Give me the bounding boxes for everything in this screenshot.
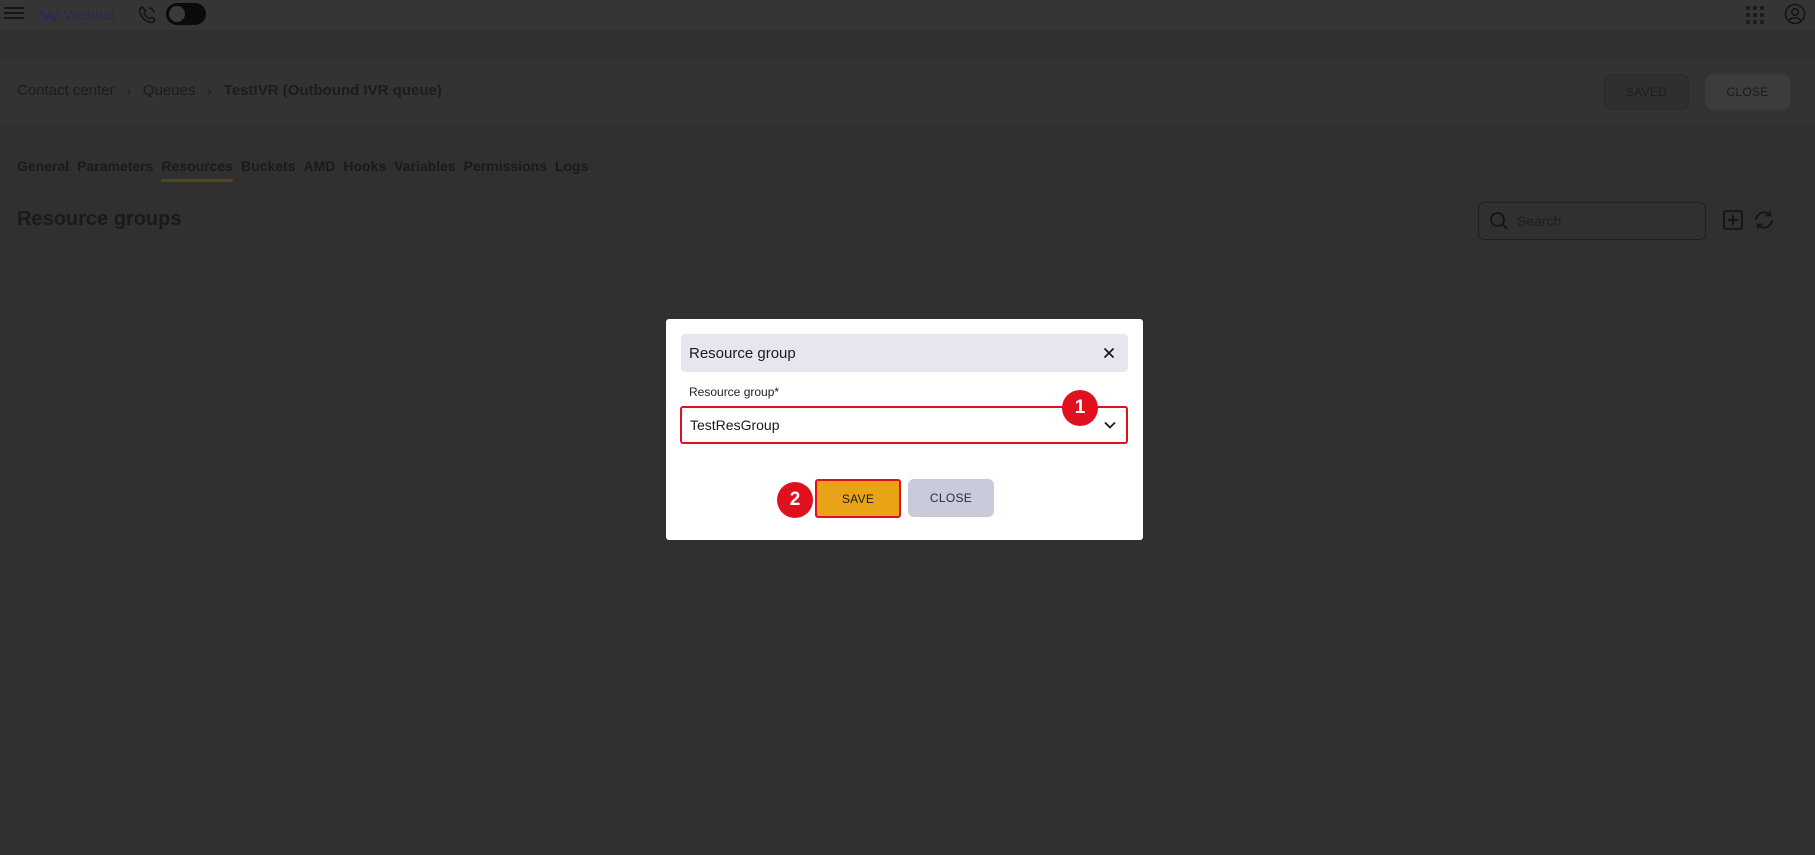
resource-group-select[interactable]: TestResGroup bbox=[680, 406, 1128, 444]
search-icon bbox=[1490, 212, 1508, 230]
webitel-logo-icon bbox=[40, 9, 60, 22]
step-marker-1: 1 bbox=[1062, 390, 1098, 426]
brand-logo[interactable]: Webitel bbox=[40, 6, 115, 24]
refresh-icon[interactable] bbox=[1752, 208, 1776, 232]
breadcrumb-item-current: TestIVR (Outbound IVR queue) bbox=[223, 82, 442, 99]
search-input[interactable] bbox=[1517, 213, 1687, 229]
chevron-down-icon[interactable] bbox=[1102, 417, 1118, 433]
add-icon[interactable] bbox=[1722, 209, 1744, 231]
save-button[interactable]: SAVE bbox=[815, 479, 901, 518]
close-button[interactable]: CLOSE bbox=[908, 479, 994, 517]
saved-button[interactable]: SAVED bbox=[1604, 74, 1689, 110]
resource-group-label: Resource group* bbox=[689, 385, 780, 399]
search-field[interactable] bbox=[1478, 202, 1706, 240]
phone-icon[interactable] bbox=[137, 5, 157, 25]
brand-name: Webitel bbox=[64, 6, 116, 24]
tab-variables[interactable]: Variables bbox=[394, 158, 456, 182]
tab-buckets[interactable]: Buckets bbox=[241, 158, 295, 182]
theme-toggle[interactable] bbox=[166, 3, 206, 25]
dialog-title: Resource group bbox=[689, 344, 796, 362]
top-bar: Webitel bbox=[0, 0, 1815, 30]
breadcrumb: Contact center › Queues › TestIVR (Outbo… bbox=[17, 82, 442, 99]
tab-permissions[interactable]: Permissions bbox=[464, 158, 547, 182]
step-marker-2: 2 bbox=[777, 482, 813, 518]
user-account-icon[interactable] bbox=[1784, 3, 1806, 25]
breadcrumb-item-queues[interactable]: Queues bbox=[143, 82, 196, 99]
tab-bar: General Parameters Resources Buckets AMD… bbox=[17, 158, 588, 182]
header-close-button[interactable]: CLOSE bbox=[1705, 74, 1790, 110]
breadcrumb-separator-icon: › bbox=[126, 83, 131, 98]
breadcrumb-item-contact-center[interactable]: Contact center bbox=[17, 82, 115, 99]
tab-logs[interactable]: Logs bbox=[555, 158, 588, 182]
tab-parameters[interactable]: Parameters bbox=[77, 158, 153, 182]
apps-grid-icon[interactable] bbox=[1746, 6, 1764, 24]
tab-general[interactable]: General bbox=[17, 158, 69, 182]
tab-hooks[interactable]: Hooks bbox=[343, 158, 386, 182]
close-icon[interactable] bbox=[1100, 344, 1118, 362]
section-title: Resource groups bbox=[17, 208, 182, 230]
breadcrumb-separator-icon: › bbox=[207, 83, 212, 98]
page-header: Contact center › Queues › TestIVR (Outbo… bbox=[0, 58, 1815, 124]
tab-amd[interactable]: AMD bbox=[303, 158, 335, 182]
tab-resources[interactable]: Resources bbox=[161, 158, 233, 182]
toggle-knob bbox=[169, 6, 185, 22]
dialog-header: Resource group bbox=[681, 334, 1128, 372]
resource-group-dialog: Resource group Resource group* TestResGr… bbox=[666, 319, 1143, 540]
resource-group-value: TestResGroup bbox=[690, 417, 780, 433]
menu-icon[interactable] bbox=[4, 4, 24, 26]
